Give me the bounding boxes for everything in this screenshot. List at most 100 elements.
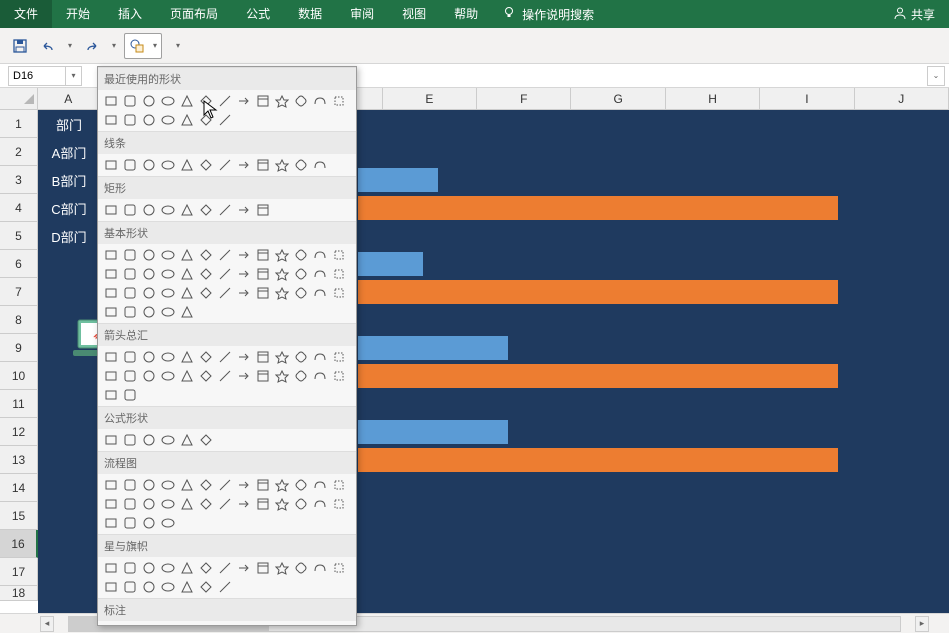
shape-option[interactable]	[292, 284, 310, 302]
shape-option[interactable]	[140, 578, 158, 596]
shape-option[interactable]	[121, 367, 139, 385]
shape-option[interactable]	[159, 623, 177, 626]
shape-option[interactable]	[159, 348, 177, 366]
shape-option[interactable]	[197, 201, 215, 219]
col-header-j[interactable]: J	[855, 88, 949, 110]
shape-option[interactable]	[273, 559, 291, 577]
row-header-7[interactable]: 7	[0, 278, 38, 306]
shape-option[interactable]	[140, 111, 158, 129]
shape-option[interactable]	[121, 431, 139, 449]
shape-option[interactable]	[178, 578, 196, 596]
shape-option[interactable]	[140, 514, 158, 532]
shape-option[interactable]	[197, 495, 215, 513]
shape-option[interactable]	[292, 495, 310, 513]
scroll-left-button[interactable]: ◂	[40, 616, 54, 632]
save-button[interactable]	[8, 34, 32, 58]
shape-option[interactable]	[121, 495, 139, 513]
row-header-16[interactable]: 16	[0, 530, 38, 558]
shape-option[interactable]	[216, 367, 234, 385]
row-header-5[interactable]: 5	[0, 222, 38, 250]
shape-option[interactable]	[273, 284, 291, 302]
shape-option[interactable]	[121, 476, 139, 494]
col-header-i[interactable]: I	[760, 88, 854, 110]
shape-option[interactable]	[178, 476, 196, 494]
shape-option[interactable]	[292, 476, 310, 494]
row-header-3[interactable]: 3	[0, 166, 38, 194]
shape-option[interactable]	[197, 284, 215, 302]
shape-option[interactable]	[235, 156, 253, 174]
undo-dropdown[interactable]: ▾	[64, 41, 76, 50]
col-header-f[interactable]: F	[477, 88, 571, 110]
shape-option[interactable]	[178, 623, 196, 626]
shape-option[interactable]	[102, 367, 120, 385]
shape-option[interactable]	[235, 559, 253, 577]
shape-option[interactable]	[140, 265, 158, 283]
row-header-11[interactable]: 11	[0, 390, 38, 418]
shape-option[interactable]	[102, 111, 120, 129]
shape-option[interactable]	[273, 246, 291, 264]
shape-option[interactable]	[216, 92, 234, 110]
shape-option[interactable]	[121, 246, 139, 264]
shape-option[interactable]	[254, 246, 272, 264]
shape-option[interactable]	[273, 495, 291, 513]
tab-layout[interactable]: 页面布局	[156, 0, 232, 28]
shape-option[interactable]	[197, 156, 215, 174]
shape-option[interactable]	[216, 156, 234, 174]
shape-option[interactable]	[178, 92, 196, 110]
undo-button[interactable]	[36, 34, 60, 58]
shape-option[interactable]	[292, 92, 310, 110]
shape-option[interactable]	[330, 92, 348, 110]
tab-insert[interactable]: 插入	[104, 0, 156, 28]
shape-option[interactable]	[197, 431, 215, 449]
shape-option[interactable]	[273, 265, 291, 283]
col-header-e[interactable]: E	[383, 88, 477, 110]
shape-option[interactable]	[159, 92, 177, 110]
shape-option[interactable]	[102, 348, 120, 366]
shape-option[interactable]	[102, 495, 120, 513]
shape-option[interactable]	[254, 559, 272, 577]
shape-option[interactable]	[216, 559, 234, 577]
row-header-15[interactable]: 15	[0, 502, 38, 530]
shape-option[interactable]	[273, 92, 291, 110]
shape-option[interactable]	[178, 111, 196, 129]
shape-option[interactable]	[159, 265, 177, 283]
row-header-12[interactable]: 12	[0, 418, 38, 446]
shape-option[interactable]	[235, 201, 253, 219]
col-header-g[interactable]: G	[571, 88, 665, 110]
shape-option[interactable]	[159, 476, 177, 494]
shapes-dropdown-button[interactable]: ▾	[124, 33, 162, 59]
shape-option[interactable]	[311, 156, 329, 174]
shape-option[interactable]	[330, 265, 348, 283]
shape-option[interactable]	[102, 284, 120, 302]
row-header-4[interactable]: 4	[0, 194, 38, 222]
shape-option[interactable]	[311, 92, 329, 110]
shape-option[interactable]	[197, 367, 215, 385]
shape-option[interactable]	[311, 476, 329, 494]
shape-option[interactable]	[254, 284, 272, 302]
shape-option[interactable]	[235, 348, 253, 366]
shape-option[interactable]	[235, 623, 253, 626]
tab-view[interactable]: 视图	[388, 0, 440, 28]
shape-option[interactable]	[121, 201, 139, 219]
shape-option[interactable]	[140, 559, 158, 577]
shape-option[interactable]	[254, 265, 272, 283]
shape-option[interactable]	[159, 431, 177, 449]
shape-option[interactable]	[216, 201, 234, 219]
shape-option[interactable]	[159, 514, 177, 532]
shape-option[interactable]	[235, 246, 253, 264]
shape-option[interactable]	[102, 559, 120, 577]
row-header-18[interactable]: 18	[0, 586, 38, 601]
shape-option[interactable]	[178, 367, 196, 385]
scroll-right-button[interactable]: ▸	[915, 616, 929, 632]
shape-option[interactable]	[197, 265, 215, 283]
qat-customize[interactable]: ▾	[172, 41, 184, 50]
shape-option[interactable]	[235, 92, 253, 110]
shape-option[interactable]	[140, 367, 158, 385]
formula-bar-expand[interactable]: ⌄	[927, 66, 945, 86]
shape-option[interactable]	[121, 265, 139, 283]
tell-me-search[interactable]: 操作说明搜索	[492, 6, 604, 23]
shape-option[interactable]	[216, 265, 234, 283]
shape-option[interactable]	[140, 246, 158, 264]
name-box-dropdown[interactable]: ▾	[66, 66, 82, 86]
shape-option[interactable]	[273, 348, 291, 366]
